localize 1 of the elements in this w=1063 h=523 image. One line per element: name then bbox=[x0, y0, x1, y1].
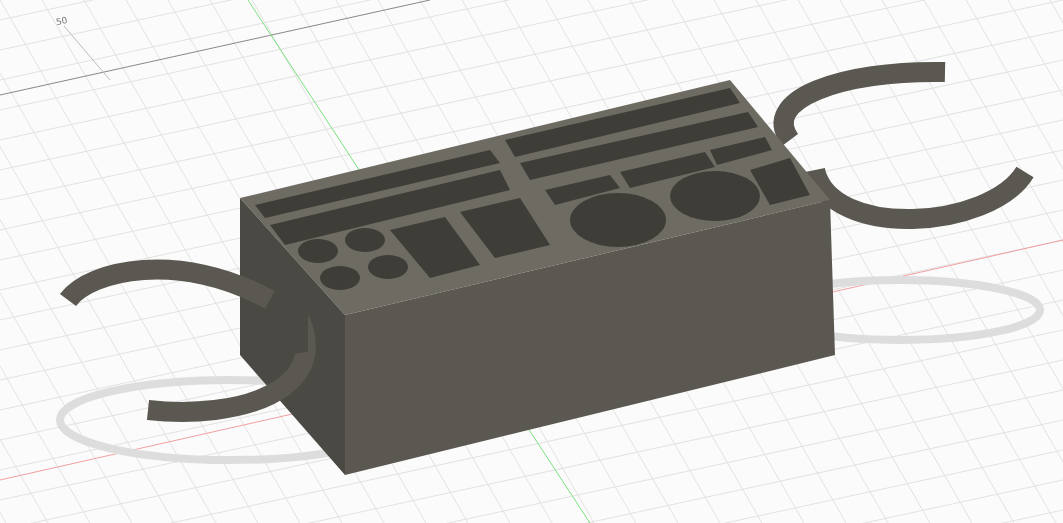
grid-label: 50 bbox=[55, 14, 69, 28]
